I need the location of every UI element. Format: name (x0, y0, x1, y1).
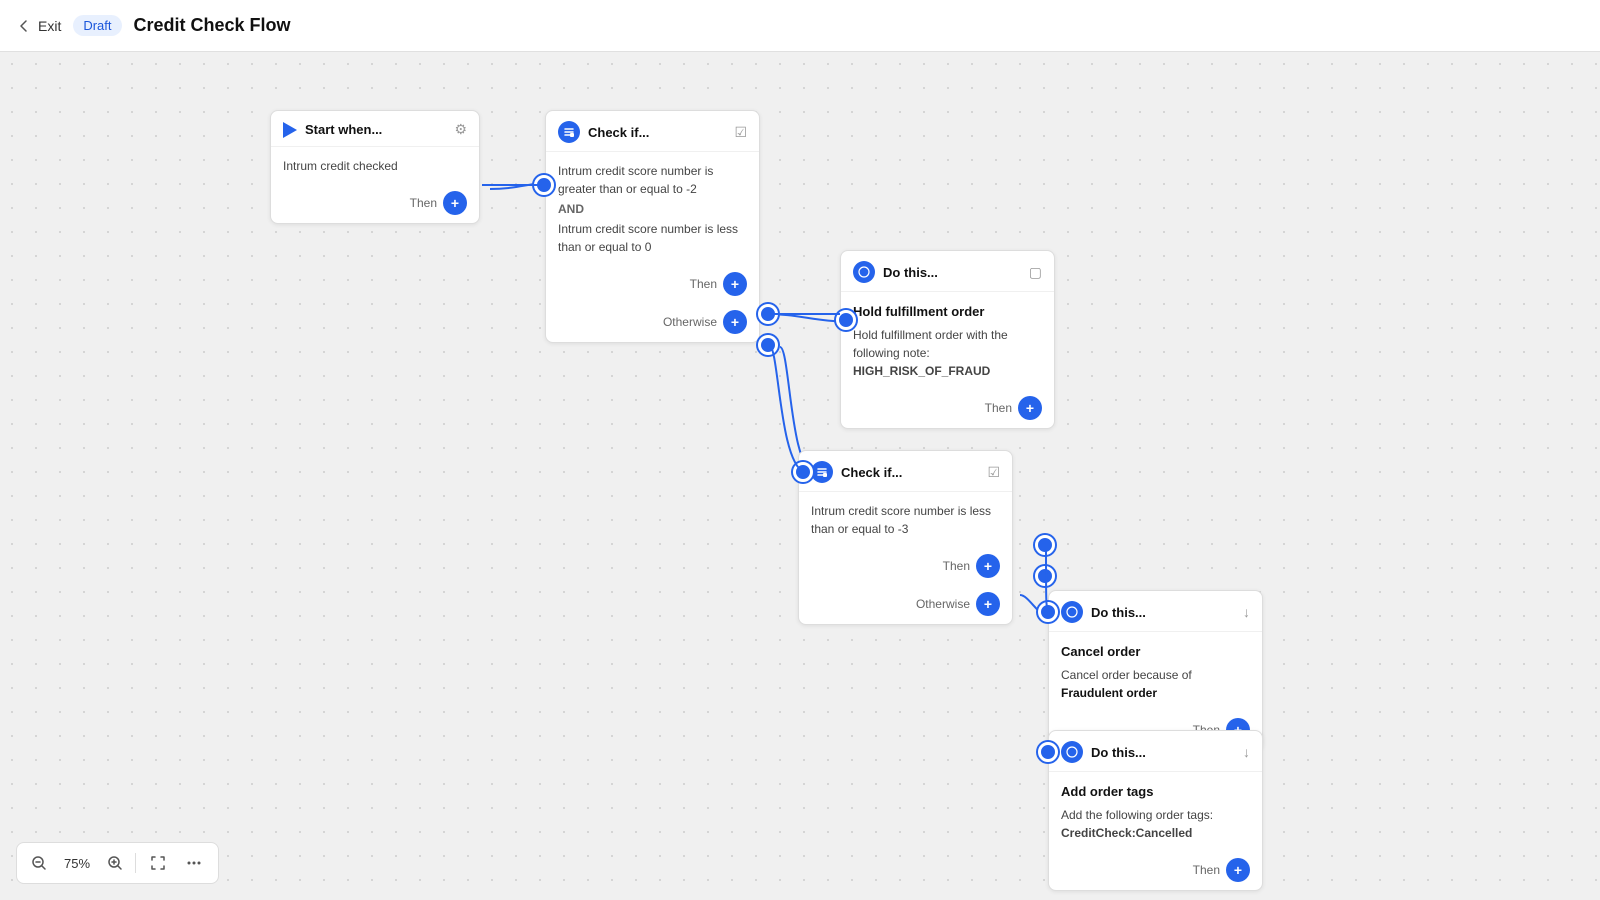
connector-dot-9 (1038, 742, 1058, 762)
check-if-1-otherwise-footer: Otherwise + (546, 304, 759, 342)
check-if-1-cond2: Intrum credit score number is less than … (558, 220, 747, 256)
do-this-3-then-label: Then (1193, 863, 1220, 877)
connector-dot-1 (534, 175, 554, 195)
connector-dot-6 (1035, 535, 1055, 555)
more-button[interactable] (180, 849, 208, 877)
page-title: Credit Check Flow (134, 15, 291, 36)
do-this-1-icon (853, 261, 875, 283)
check-if-1-node: Check if... ☑ Intrum credit score number… (545, 110, 760, 343)
fit-button[interactable] (144, 849, 172, 877)
zoom-in-icon (107, 855, 123, 871)
do-this-1-header: Do this... ▢ (841, 251, 1054, 292)
do-this-1-settings[interactable]: ▢ (1029, 264, 1042, 281)
do-this-3-header: Do this... ↓ (1049, 731, 1262, 772)
do-this-2-icon (1061, 601, 1083, 623)
app-header: Exit Draft Credit Check Flow (0, 0, 1600, 52)
check-if-2-then-footer: Then + (799, 548, 1012, 586)
more-icon (186, 855, 202, 871)
check-if-2-title: Check if... (841, 465, 979, 480)
check-if-1-icon (558, 121, 580, 143)
do-this-3-node: Do this... ↓ Add order tags Add the foll… (1048, 730, 1263, 891)
check-if-2-settings[interactable]: ☑ (987, 464, 1000, 481)
connector-dot-8 (1038, 602, 1058, 622)
check-if-1-and: AND (558, 198, 747, 220)
do-this-3-then-footer: Then + (1049, 852, 1262, 890)
do-this-2-header: Do this... ↓ (1049, 591, 1262, 632)
start-add-button[interactable]: + (443, 191, 467, 215)
check-if-1-cond1: Intrum credit score number is greater th… (558, 162, 747, 198)
do-this-2-body: Cancel order Cancel order because of Fra… (1049, 632, 1262, 712)
check-if-2-then-label: Then (943, 559, 970, 573)
draft-badge: Draft (73, 15, 121, 36)
do-this-1-then-add[interactable]: + (1018, 396, 1042, 420)
check-if-2-node: Check if... ☑ Intrum credit score number… (798, 450, 1013, 625)
do-this-3-body: Add order tags Add the following order t… (1049, 772, 1262, 852)
start-icon (283, 122, 297, 138)
check-if-1-body: Intrum credit score number is greater th… (546, 152, 759, 266)
do-this-1-title: Do this... (883, 265, 1021, 280)
connector-dot-2 (758, 304, 778, 324)
start-node: Start when... ⚙ Intrum credit checked Th… (270, 110, 480, 224)
start-node-footer: Then + (271, 185, 479, 223)
do-this-1-action-value: HIGH_RISK_OF_FRAUD (853, 362, 1042, 380)
do-this-3-action-title: Add order tags (1061, 782, 1250, 802)
do-this-3-then-add[interactable]: + (1226, 858, 1250, 882)
check-if-1-otherwise-add[interactable]: + (723, 310, 747, 334)
start-settings-icon[interactable]: ⚙ (454, 121, 467, 138)
fit-icon (150, 855, 166, 871)
toolbar-divider (135, 853, 136, 873)
zoom-level-display: 75% (59, 856, 95, 871)
do-this-3-icon (1061, 741, 1083, 763)
do-this-1-then-label: Then (985, 401, 1012, 415)
zoom-toolbar: 75% (16, 842, 219, 884)
check-if-1-otherwise-label: Otherwise (663, 315, 717, 329)
start-node-body: Intrum credit checked (271, 147, 479, 185)
zoom-out-icon (31, 855, 47, 871)
do-this-1-then-footer: Then + (841, 390, 1054, 428)
connector-dot-4 (836, 310, 856, 330)
do-this-2-title: Do this... (1091, 605, 1235, 620)
exit-icon (16, 18, 32, 34)
exit-label: Exit (38, 18, 61, 34)
connector-dot-3 (758, 335, 778, 355)
check-if-1-then-label: Then (690, 277, 717, 291)
connector-dot-5 (793, 462, 813, 482)
do-this-3-action-value: CreditCheck:Cancelled (1061, 824, 1250, 842)
do-this-3-settings[interactable]: ↓ (1243, 744, 1250, 760)
do-this-2-action-desc: Cancel order because of Fraudulent order (1061, 666, 1250, 702)
do-this-1-action-desc: Hold fulfillment order with the followin… (853, 326, 1042, 362)
check-if-2-otherwise-add[interactable]: + (976, 592, 1000, 616)
do-this-1-node: Do this... ▢ Hold fulfillment order Hold… (840, 250, 1055, 429)
do-this-3-title: Do this... (1091, 745, 1235, 760)
start-node-header: Start when... ⚙ (271, 111, 479, 147)
check-if-1-settings[interactable]: ☑ (734, 124, 747, 141)
check-if-1-then-footer: Then + (546, 266, 759, 304)
check-if-1-title: Check if... (588, 125, 726, 140)
zoom-in-button[interactable] (103, 851, 127, 875)
do-this-1-body: Hold fulfillment order Hold fulfillment … (841, 292, 1054, 390)
check-if-2-header: Check if... ☑ (799, 451, 1012, 492)
check-if-1-then-add[interactable]: + (723, 272, 747, 296)
do-this-3-action-desc: Add the following order tags: (1061, 806, 1250, 824)
start-node-title: Start when... (305, 122, 446, 137)
check-if-2-otherwise-footer: Otherwise + (799, 586, 1012, 624)
flow-canvas: Start when... ⚙ Intrum credit checked Th… (0, 52, 1600, 900)
start-then-label: Then (410, 196, 437, 210)
connector-dot-7 (1035, 566, 1055, 586)
check-if-2-otherwise-label: Otherwise (916, 597, 970, 611)
check-if-1-header: Check if... ☑ (546, 111, 759, 152)
do-this-1-action-title: Hold fulfillment order (853, 302, 1042, 322)
exit-button[interactable]: Exit (16, 18, 61, 34)
check-if-2-body: Intrum credit score number is less than … (799, 492, 1012, 548)
do-this-2-action-title: Cancel order (1061, 642, 1250, 662)
check-if-2-then-add[interactable]: + (976, 554, 1000, 578)
check-if-2-icon (811, 461, 833, 483)
check-if-2-cond: Intrum credit score number is less than … (811, 502, 1000, 538)
zoom-out-button[interactable] (27, 851, 51, 875)
do-this-2-node: Do this... ↓ Cancel order Cancel order b… (1048, 590, 1263, 751)
do-this-2-settings[interactable]: ↓ (1243, 604, 1250, 620)
